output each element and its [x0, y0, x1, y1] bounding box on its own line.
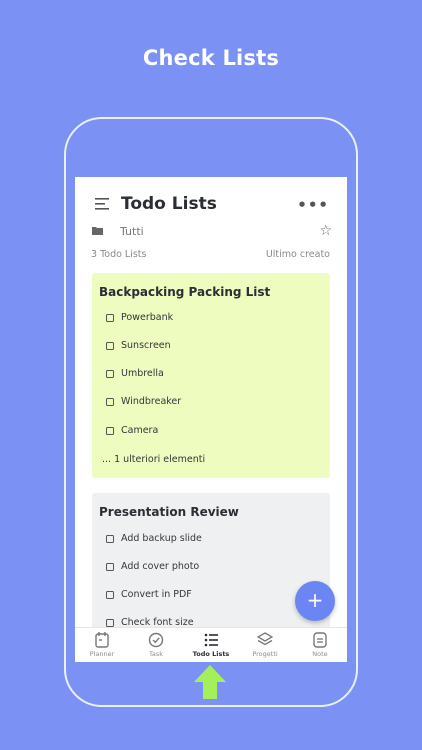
tab-label: Progetti: [252, 650, 278, 658]
tab-progetti[interactable]: Progetti: [238, 631, 292, 658]
up-arrow-icon: [194, 665, 226, 699]
checkbox[interactable]: [106, 426, 114, 435]
list-item[interactable]: Convert in PDF: [106, 589, 192, 605]
bottom-tab-bar: Planner Task Todo Lists Progetti Note: [75, 627, 347, 662]
page-title: Todo Lists: [121, 194, 217, 214]
list-title: Presentation Review: [99, 505, 239, 519]
tab-label: Planner: [89, 650, 115, 658]
tab-note[interactable]: Note: [293, 631, 347, 658]
checkbox[interactable]: [106, 590, 114, 599]
list-item[interactable]: Sunscreen: [106, 340, 171, 356]
checkbox[interactable]: [106, 618, 114, 627]
tab-planner[interactable]: Planner: [75, 631, 129, 658]
more-options-icon[interactable]: •••: [297, 196, 329, 214]
note-icon: [313, 632, 327, 648]
todo-list-card[interactable]: Backpacking Packing List Powerbank Sunsc…: [92, 273, 330, 478]
promo-headline: Check Lists: [142, 46, 280, 70]
checkbox[interactable]: [106, 534, 114, 543]
list-title: Backpacking Packing List: [99, 285, 271, 299]
folder-icon: [92, 227, 103, 235]
checkbox[interactable]: [106, 313, 114, 322]
folder-label: Tutti: [120, 225, 144, 238]
checkbox[interactable]: [106, 369, 114, 378]
list-item[interactable]: Camera: [106, 425, 158, 441]
tab-todo-lists[interactable]: Todo Lists: [184, 631, 238, 658]
checkbox[interactable]: [106, 341, 114, 350]
folder-filter[interactable]: Tutti ☆: [75, 221, 347, 245]
checkbox[interactable]: [106, 397, 114, 406]
tab-label: Task: [148, 650, 164, 658]
list-item[interactable]: Powerbank: [106, 312, 173, 328]
list-icon: [204, 633, 218, 647]
tab-task[interactable]: Task: [129, 631, 183, 658]
list-item[interactable]: Windbreaker: [106, 396, 181, 412]
list-count: 3 Todo Lists: [91, 249, 147, 260]
sort-selector[interactable]: Ultimo creato: [266, 249, 330, 260]
list-meta: 3 Todo Lists Ultimo creato: [75, 247, 347, 265]
planner-icon: [95, 632, 109, 648]
top-bar: Todo Lists •••: [75, 177, 347, 227]
tab-label: Note: [312, 650, 328, 658]
layers-icon: [257, 632, 273, 646]
tab-label: Todo Lists: [192, 650, 230, 658]
list-item[interactable]: Umbrella: [106, 368, 164, 384]
list-item[interactable]: Add backup slide: [106, 533, 202, 549]
menu-icon[interactable]: [95, 197, 111, 211]
checkbox[interactable]: [106, 562, 114, 571]
add-list-button[interactable]: +: [295, 581, 335, 621]
app-screen: Todo Lists ••• Tutti ☆ 3 Todo Lists Ulti…: [75, 177, 347, 662]
list-item[interactable]: Add cover photo: [106, 561, 199, 577]
more-items-label: ... 1 ulteriori elementi: [102, 454, 206, 465]
star-icon[interactable]: ☆: [319, 223, 332, 239]
task-check-icon: [148, 632, 164, 648]
